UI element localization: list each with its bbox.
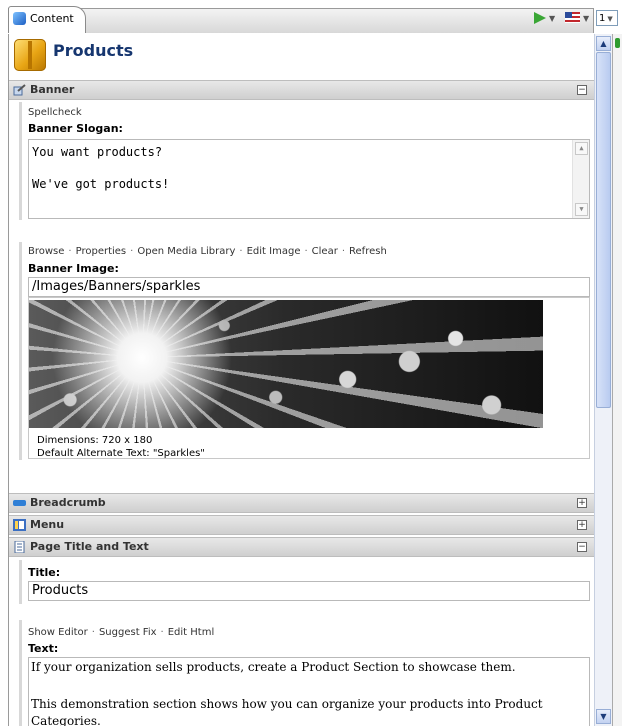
text-label: Text: xyxy=(28,642,59,655)
title-field-group: Title: Products xyxy=(19,560,592,604)
slogan-field-group: Spellcheck Banner Slogan: You want produ… xyxy=(19,102,592,220)
text-paragraph-2: This demonstration section shows how you… xyxy=(31,697,543,711)
slogan-line-2: We've got products! xyxy=(32,177,170,191)
status-indicator-icon xyxy=(615,38,620,48)
page-number-select[interactable]: 1 ▼ xyxy=(596,10,618,26)
collapse-icon[interactable]: − xyxy=(577,542,587,552)
scroll-thumb[interactable] xyxy=(596,52,611,408)
title-input[interactable]: Products xyxy=(28,581,590,601)
scroll-up-icon[interactable]: ▲ xyxy=(596,36,611,51)
section-label: Banner xyxy=(30,83,75,96)
scroll-up-icon[interactable]: ▲ xyxy=(575,142,588,155)
spellcheck-link[interactable]: Spellcheck xyxy=(28,107,82,118)
section-menu[interactable]: Menu + xyxy=(9,515,595,535)
text-toolbar: Show Editor · Suggest Fix · Edit Html xyxy=(28,627,215,638)
chevron-down-icon[interactable]: ▼ xyxy=(583,14,589,30)
tab-strip xyxy=(8,8,594,33)
scroll-down-icon[interactable]: ▼ xyxy=(596,709,611,724)
text-editor[interactable]: If your organization sells products, cre… xyxy=(28,657,590,726)
menu-icon xyxy=(13,519,26,531)
section-label: Breadcrumb xyxy=(30,496,106,509)
alt-text: Default Alternate Text: "Sparkles" xyxy=(37,448,205,459)
page-header: Products xyxy=(9,34,595,78)
text-field-group: Show Editor · Suggest Fix · Edit Html Text: … xyxy=(19,620,592,726)
slogan-label: Banner Slogan: xyxy=(28,122,123,135)
slogan-line-1: You want products? xyxy=(32,145,163,159)
content-panel: Products Banner − Spellcheck Banner Slog… xyxy=(8,34,595,726)
title-label: Title: xyxy=(28,566,61,579)
content-cube-icon xyxy=(13,12,26,25)
dimensions-text: Dimensions: 720 x 180 xyxy=(37,435,153,446)
banner-icon xyxy=(13,84,26,96)
slogan-textarea[interactable]: You want products? We've got products! ▲… xyxy=(28,139,590,219)
section-breadcrumb[interactable]: Breadcrumb + xyxy=(9,493,595,513)
edit-image-link[interactable]: Edit Image xyxy=(247,246,301,257)
section-label: Page Title and Text xyxy=(30,540,149,553)
chevron-down-icon[interactable]: ▼ xyxy=(549,14,555,30)
products-box-icon xyxy=(14,39,46,71)
refresh-link[interactable]: Refresh xyxy=(349,246,387,257)
open-media-library-link[interactable]: Open Media Library xyxy=(137,246,235,257)
edit-html-link[interactable]: Edit Html xyxy=(168,627,215,638)
image-toolbar: Browse · Properties · Open Media Library · Edi… xyxy=(28,246,387,257)
text-paragraph-2-cont: Categories. xyxy=(31,714,101,726)
adjacent-pane-edge xyxy=(612,34,622,726)
image-path-field[interactable]: /Images/Banners/sparkles xyxy=(28,277,590,297)
main-scrollbar[interactable]: ▲ ▼ xyxy=(594,34,612,726)
text-paragraph-1: If your organization sells products, cre… xyxy=(31,660,516,674)
section-banner[interactable]: Banner − xyxy=(9,80,595,100)
collapse-icon[interactable]: − xyxy=(577,85,587,95)
suggest-fix-link[interactable]: Suggest Fix xyxy=(99,627,157,638)
page-icon xyxy=(14,541,25,553)
scroll-down-icon[interactable]: ▼ xyxy=(575,203,588,216)
banner-image-label: Banner Image: xyxy=(28,262,119,275)
page-title: Products xyxy=(53,41,134,60)
expand-icon[interactable]: + xyxy=(577,520,587,530)
section-page-title-and-text[interactable]: Page Title and Text − xyxy=(9,537,595,557)
breadcrumb-icon xyxy=(13,500,26,506)
expand-icon[interactable]: + xyxy=(577,498,587,508)
properties-link[interactable]: Properties xyxy=(76,246,127,257)
tab-bar: Content ▼ ▼ 1 ▼ xyxy=(0,0,622,34)
tab-label: Content xyxy=(30,12,74,25)
browse-link[interactable]: Browse xyxy=(28,246,64,257)
section-label: Menu xyxy=(30,518,65,531)
clear-link[interactable]: Clear xyxy=(312,246,338,257)
slogan-scrollbar[interactable]: ▲ ▼ xyxy=(572,140,589,218)
tab-content[interactable]: Content xyxy=(8,6,86,33)
flag-icon[interactable] xyxy=(565,12,580,23)
banner-image[interactable] xyxy=(29,300,543,428)
show-editor-link[interactable]: Show Editor xyxy=(28,627,88,638)
